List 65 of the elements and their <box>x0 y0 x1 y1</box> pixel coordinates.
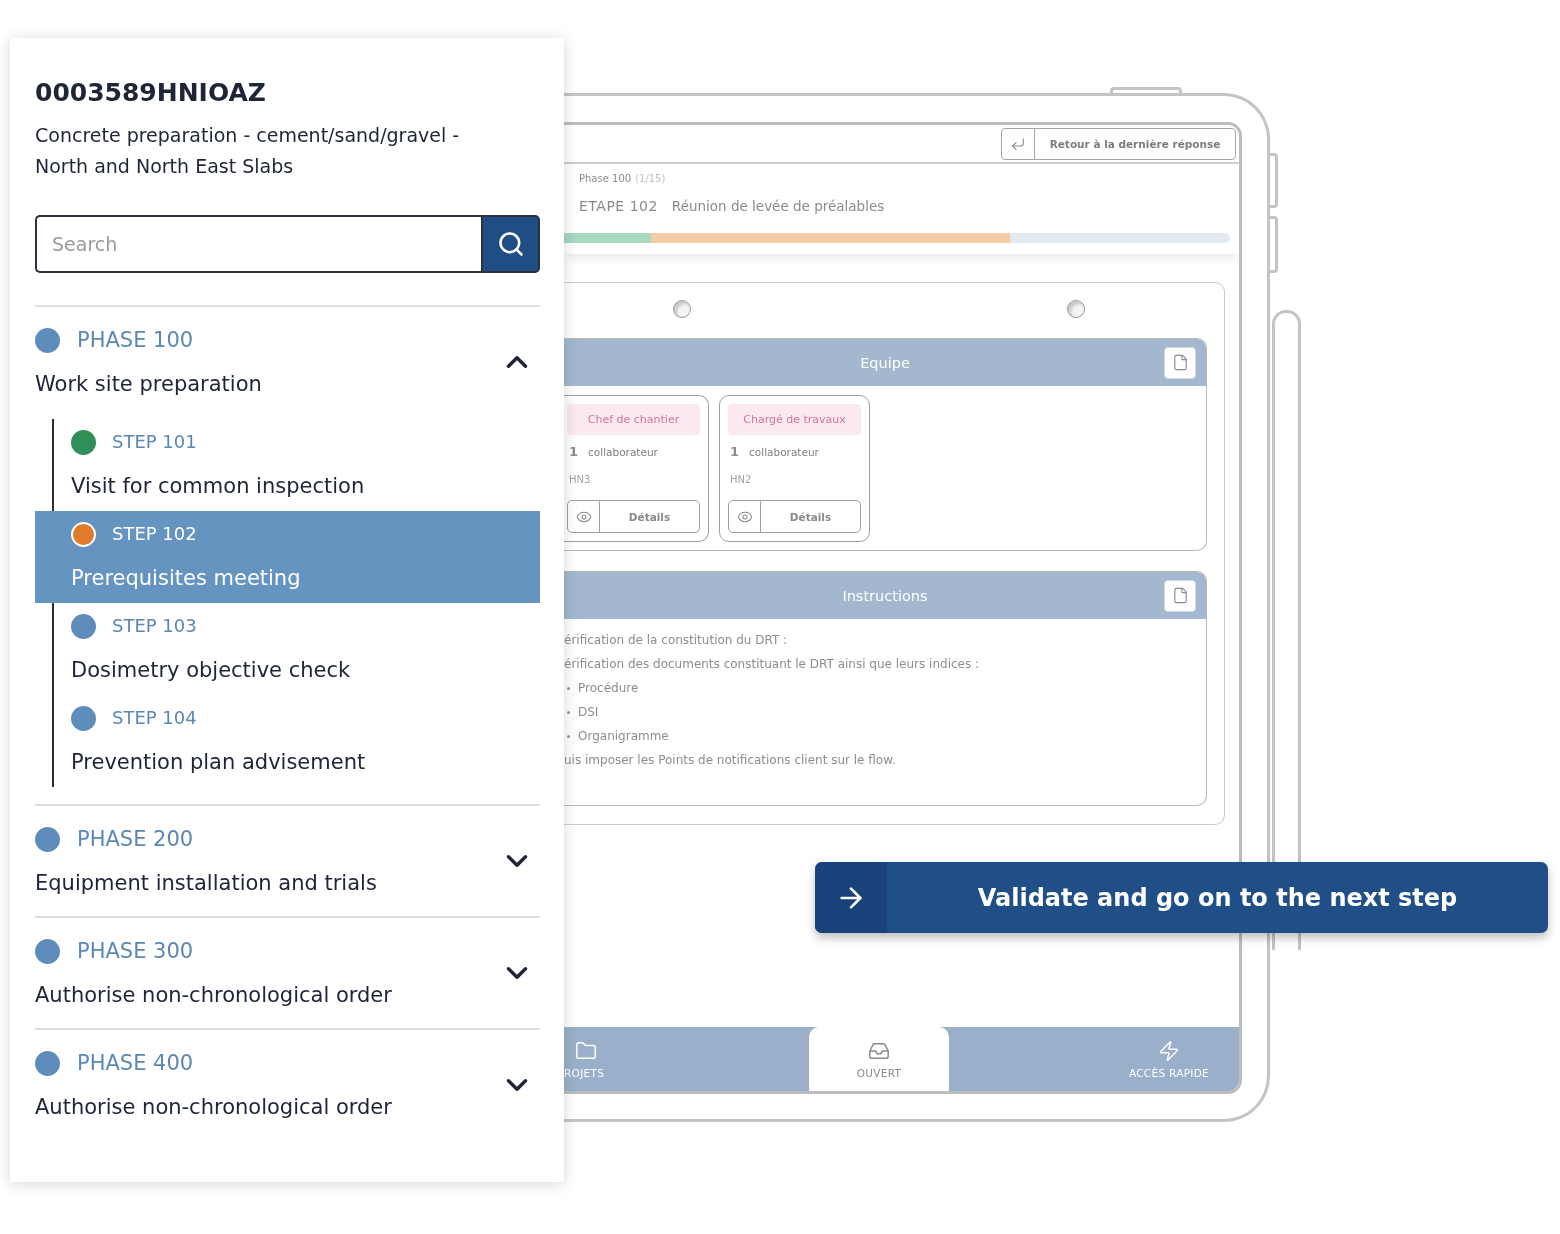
document-button[interactable] <box>1164 346 1196 379</box>
nav-tab[interactable]: OUVERT <box>809 1027 949 1091</box>
nav-tab[interactable]: ROJETS <box>564 1027 809 1091</box>
file-icon <box>1171 354 1189 371</box>
radio-button[interactable] <box>673 300 691 318</box>
document-button[interactable] <box>1164 579 1196 612</box>
member-code: HN3 <box>568 473 592 487</box>
step-label: STEP 102 <box>112 522 197 546</box>
step-item[interactable]: STEP 101 Visit for common inspection <box>54 419 540 511</box>
search-button[interactable] <box>481 215 540 273</box>
folder-icon <box>575 1039 597 1062</box>
validate-button[interactable]: Validate and go on to the next step <box>815 862 1548 933</box>
phase-title: Authorise non-chronological order <box>35 1094 392 1121</box>
nav-tab[interactable]: ACCÈS RAPIDE <box>1099 1027 1239 1091</box>
instruction-text: uis imposer les Points de notifications client sur le flow. <box>564 753 896 767</box>
instruction-text: DSI <box>578 705 599 719</box>
step-title: Visit for common inspection <box>71 473 366 500</box>
search-field[interactable]: Search <box>35 215 481 273</box>
return-icon <box>1010 135 1026 152</box>
phase-title: Work site preparation <box>35 371 262 398</box>
phase-label: PHASE 100 <box>77 327 194 354</box>
member-count: 1 <box>569 444 579 459</box>
arrow-right-icon <box>815 862 887 933</box>
member-unit: collaborateur <box>749 446 819 458</box>
phase-label: PHASE 200 <box>77 826 194 853</box>
phase-name: Phase 100 <box>579 172 632 186</box>
member-count: 1 <box>730 444 740 459</box>
step-code: ETAPE 102 <box>579 198 658 214</box>
instruction-text: Organigramme <box>578 729 669 743</box>
step-title: Prevention plan advisement <box>71 749 367 776</box>
lightning-icon <box>1158 1039 1180 1062</box>
phase-count: (1/15) <box>635 172 666 186</box>
step-item[interactable]: STEP 102 Prerequisites meeting <box>35 511 540 603</box>
step-label: STEP 103 <box>112 614 197 638</box>
step-label: STEP 101 <box>112 430 197 454</box>
phase-label: PHASE 300 <box>77 938 194 965</box>
step-title: Dosimetry objective check <box>71 657 352 684</box>
phase-label: PHASE 400 <box>77 1050 194 1077</box>
file-icon <box>1171 587 1189 604</box>
radio-button[interactable] <box>1067 300 1085 318</box>
details-button[interactable]: Détails <box>728 500 861 533</box>
step-title: Prerequisites meeting <box>71 565 302 592</box>
step-name: Réunion de levée de préalables <box>671 198 885 214</box>
bullet-icon <box>567 734 570 738</box>
panel-title: Equipe <box>860 354 910 371</box>
back-button[interactable]: Retour à la dernière réponse <box>1001 127 1236 160</box>
role-tag: Chef de chantier <box>567 404 700 435</box>
details-button[interactable]: Détails <box>567 500 700 533</box>
instruction-text: Procédure <box>578 681 639 695</box>
project-description: Concrete preparation - cement/sand/gravel - North and North East Slabs <box>35 123 461 179</box>
search-icon <box>496 230 525 258</box>
step-item[interactable]: STEP 104 Prevention plan advisement <box>54 695 540 787</box>
panel-title: Instructions <box>842 587 928 604</box>
member-unit: collaborateur <box>588 446 658 458</box>
bullet-icon <box>567 686 570 690</box>
role-tag: Chargé de travaux <box>728 404 861 435</box>
project-code: 0003589HNIOAZ <box>35 77 267 109</box>
step-label: STEP 104 <box>112 706 197 730</box>
instruction-text: érification des documents constituant le DRT ainsi que leurs indices : <box>564 657 980 671</box>
phase-title: Authorise non-chronological order <box>35 982 392 1009</box>
bullet-icon <box>567 710 570 714</box>
step-item[interactable]: STEP 103 Dosimetry objective check <box>54 603 540 695</box>
phase-title: Equipment installation and trials <box>35 870 377 897</box>
member-code: HN2 <box>729 473 753 487</box>
instruction-text: érification de la constitution du DRT : <box>564 633 788 647</box>
